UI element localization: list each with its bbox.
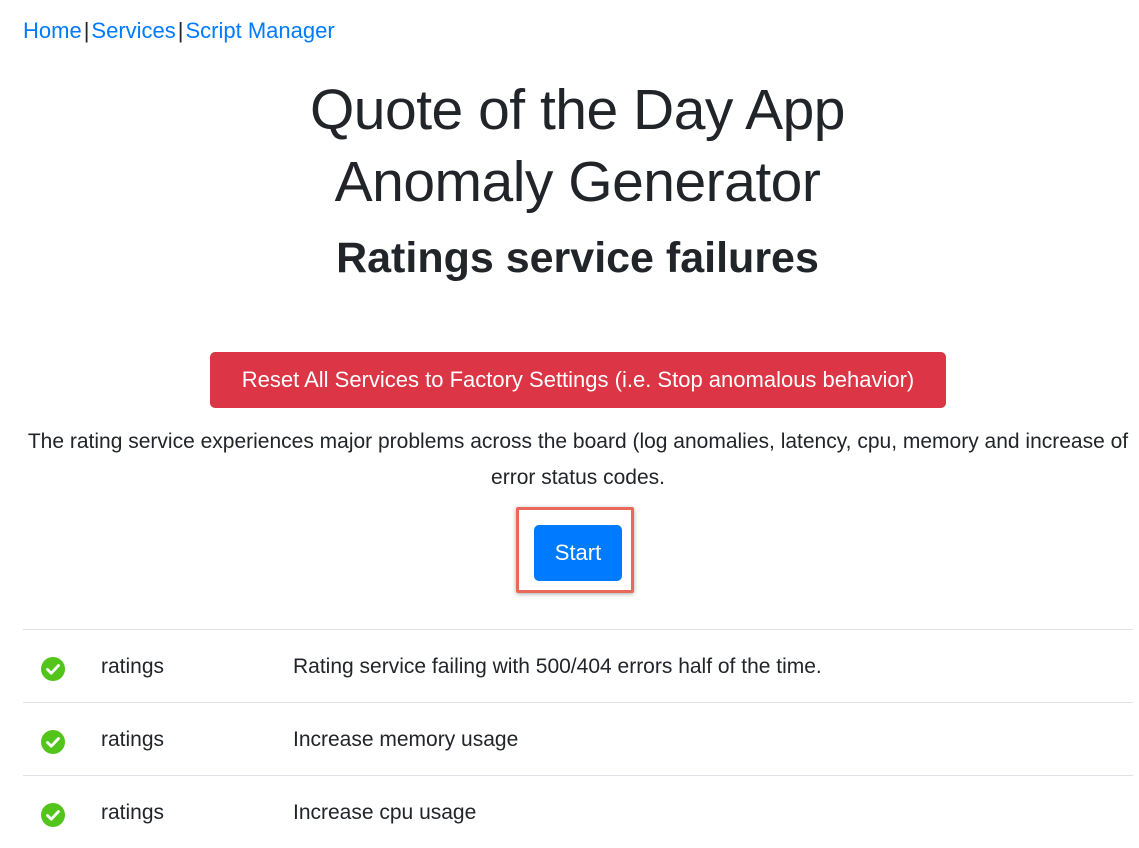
table-row: ratings Rating service failing with 500/… xyxy=(23,629,1133,702)
row-description: Rating service failing with 500/404 erro… xyxy=(293,655,822,678)
check-circle-icon xyxy=(41,657,65,681)
start-button[interactable]: Start xyxy=(534,525,622,581)
check-circle-icon xyxy=(41,803,65,827)
check-circle-icon xyxy=(41,730,65,754)
table-row: ratings Increase cpu usage xyxy=(23,775,1133,848)
nav-script-manager-link[interactable]: Script Manager xyxy=(185,18,334,43)
nav-separator: | xyxy=(83,18,90,43)
nav-services-link[interactable]: Services xyxy=(91,18,175,43)
row-description: Increase memory usage xyxy=(293,728,519,751)
reset-all-services-button[interactable]: Reset All Services to Factory Settings (… xyxy=(210,352,946,408)
scenario-description: The rating service experiences major pro… xyxy=(27,430,1129,489)
nav-separator: | xyxy=(177,18,184,43)
breadcrumb: Home|Services|Script Manager xyxy=(23,16,335,46)
nav-home-link[interactable]: Home xyxy=(23,18,82,43)
table-row: ratings Increase memory usage xyxy=(23,702,1133,775)
row-service-name: ratings xyxy=(101,655,165,678)
page-title-line2: Anomaly Generator xyxy=(334,150,821,214)
anomaly-table: ratings Rating service failing with 500/… xyxy=(23,629,1133,848)
page-title-line1: Quote of the Day App xyxy=(309,78,846,142)
row-service-name: ratings xyxy=(101,728,165,751)
row-service-name: ratings xyxy=(101,801,165,824)
row-description: Increase cpu usage xyxy=(293,801,477,824)
page-subtitle: Ratings service failures xyxy=(336,234,819,282)
